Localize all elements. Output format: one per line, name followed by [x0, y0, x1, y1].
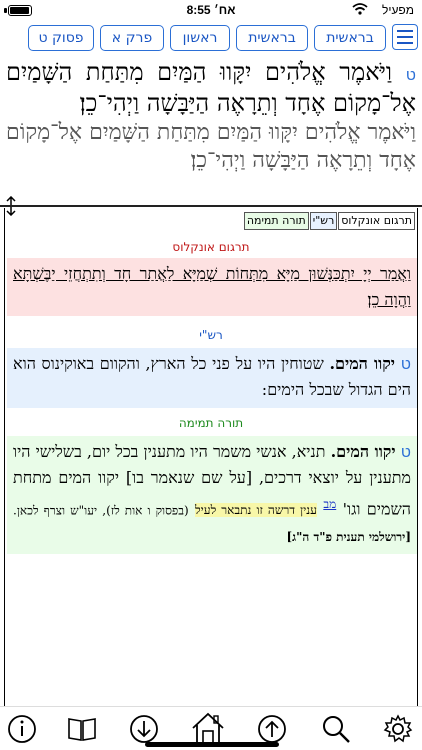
tab-onkelos[interactable]: תרגום אונקלוס	[338, 212, 415, 230]
torah-temima-lemma: יקוו המים.	[330, 442, 396, 461]
menu-icon-bar	[397, 42, 413, 44]
menu-icon-bar	[397, 30, 413, 32]
verse-pane: ט וַיֹּאמֶר אֱלֹהִים יִקָּווּ הַמַּיִם מ…	[0, 58, 422, 204]
book-icon[interactable]	[66, 713, 98, 745]
verse-line: וַיֹּאמֶר אֱלֹהִים יִקָּווּ הַמַּיִם מִת…	[6, 120, 416, 173]
rashi-title: רש"י	[199, 328, 223, 342]
battery-icon	[8, 5, 32, 16]
menu-icon-bar	[397, 36, 413, 38]
info-icon[interactable]	[6, 713, 38, 745]
parasha-selector-button[interactable]: בראשית	[236, 25, 308, 51]
footnote-ref: (בפסוק ו אות לז), יעו"ש וצרף לכאן.	[13, 503, 189, 518]
commentary-tabs: תרגום אונקלוס רש"י תורה תמימה	[243, 212, 415, 230]
onkelos-title: תרגום אונקלוס	[172, 240, 250, 254]
torah-temima-title: תורה תמימה	[178, 416, 244, 430]
search-icon[interactable]	[320, 713, 352, 745]
verse-text-vocalized[interactable]: ט וַיֹּאמֶר אֱלֹהִים יִקָּווּ הַמַּיִם מ…	[6, 58, 416, 117]
battery-nub	[4, 8, 7, 13]
status-bar: מפעיל 8:55 אח׳	[0, 0, 422, 20]
verse-text-plain[interactable]: וַיֹּאמֶר אֱלֹהִים יִקָּווּ הַמַּיִם מִת…	[6, 119, 416, 175]
navigation-toolbar: בראשית בראשית ראשון פרק א פסוק ט	[0, 20, 422, 54]
chapter-selector-button[interactable]: פרק א	[100, 25, 164, 51]
clock: 8:55 אח׳	[186, 3, 236, 17]
rashi-lemma: יקוו המים.	[329, 354, 395, 373]
source-citation: [ירושלמי תענית פ"ד ה"ג]	[286, 530, 411, 545]
menu-button[interactable]	[392, 24, 418, 50]
onkelos-block[interactable]: וַאֲמַר יְיָ יִתְכַּנְּשׁוּן מַיָּא מִתְ…	[7, 258, 417, 316]
onkelos-text: וַאֲמַר יְיָ יִתְכַּנְּשׁוּן מַיָּא מִתְ…	[13, 264, 411, 309]
verse-selector-button[interactable]: פסוק ט	[28, 25, 94, 51]
torah-temima-block[interactable]: ט יקוו המים. תניא, אנשי משמר היו מתענין …	[7, 436, 417, 554]
commentary-pane: תרגום אונקלוס רש"י תורה תמימה תרגום אונק…	[4, 208, 418, 710]
book-selector-button[interactable]: בראשית	[314, 25, 386, 51]
footnote-text: ענין דרשה זו נתבאר לעיל	[195, 503, 317, 518]
tab-torah-temima[interactable]: תורה תמימה	[243, 212, 309, 230]
home-icon[interactable]	[190, 710, 226, 746]
download-icon[interactable]	[128, 713, 160, 745]
verse-marker: ט	[405, 65, 416, 84]
rashi-marker: ט	[400, 354, 411, 373]
home-indicator	[145, 742, 279, 747]
pane-divider	[0, 205, 422, 207]
verse-line: וַיֹּאמֶר אֱלֹהִים יִקָּווּ הַמַּיִם מִת…	[6, 58, 416, 117]
rashi-block[interactable]: ט יקוו המים. שטוחין היו על פני כל הארץ, …	[7, 348, 417, 408]
bottom-toolbar	[0, 706, 422, 750]
torah-temima-marker: ט	[400, 442, 412, 461]
aliyah-selector-button[interactable]: ראשון	[170, 25, 230, 51]
footnote-link[interactable]: מב	[323, 497, 336, 511]
upload-icon[interactable]	[256, 713, 288, 745]
tab-rashi[interactable]: רש"י	[309, 212, 338, 230]
gear-icon[interactable]	[382, 713, 414, 745]
